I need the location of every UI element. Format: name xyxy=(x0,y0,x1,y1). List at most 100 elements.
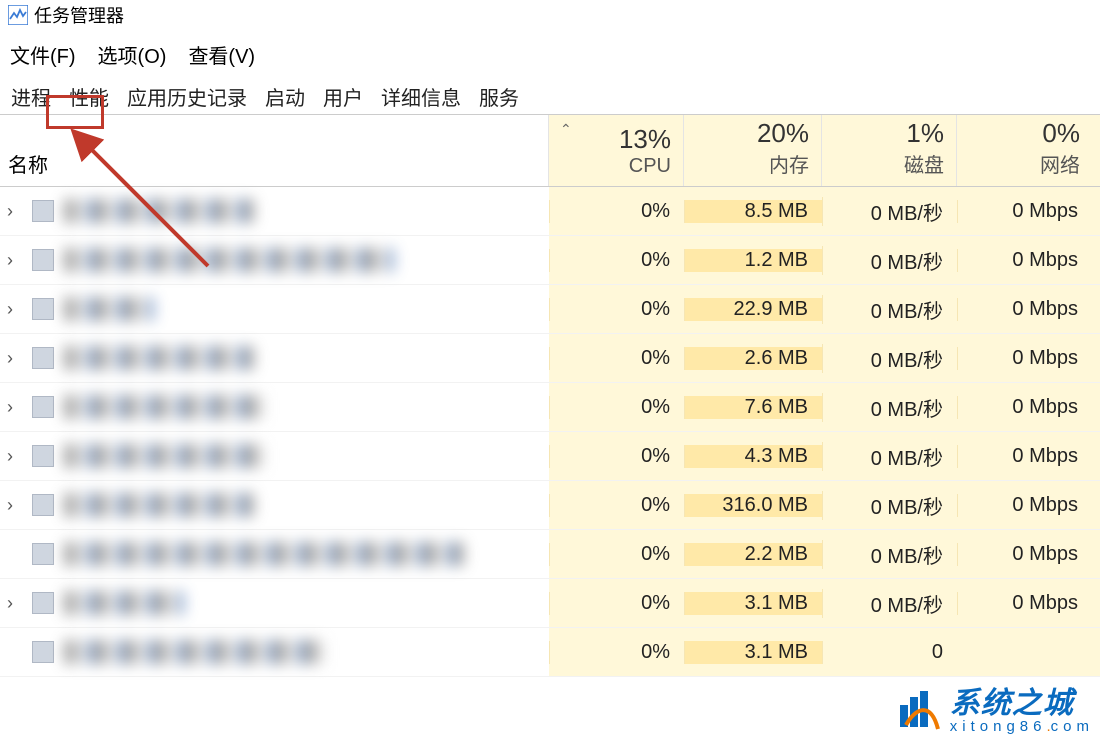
expand-chevron-icon[interactable]: › xyxy=(4,593,16,614)
column-header-network[interactable]: 0% 网络 xyxy=(957,115,1092,186)
cell-mem: 7.6 MB xyxy=(684,396,822,419)
tab-processes[interactable]: 进程 xyxy=(2,77,60,115)
table-row[interactable]: ›0%4.3 MB0 MB/秒0 Mbps xyxy=(0,432,1100,481)
tab-bar: 进程 性能 应用历史记录 启动 用户 详细信息 服务 xyxy=(0,77,1100,115)
expand-chevron-icon[interactable]: › xyxy=(4,446,16,467)
process-name-cell: › xyxy=(0,248,549,272)
expand-chevron-icon[interactable]: › xyxy=(4,299,16,320)
column-header-disk[interactable]: 1% 磁盘 xyxy=(822,115,957,186)
app-icon xyxy=(32,543,54,565)
menu-view[interactable]: 查看(V) xyxy=(188,40,255,69)
memory-usage-percent: 20% xyxy=(688,119,809,149)
process-name-blurred xyxy=(64,297,154,321)
process-name-cell: › xyxy=(0,395,549,419)
watermark-logo-icon xyxy=(896,687,944,735)
process-name-blurred xyxy=(64,493,254,517)
cell-cpu: 0% xyxy=(549,249,684,272)
sort-indicator-icon: ⌃ xyxy=(560,121,572,138)
cell-mem: 8.5 MB xyxy=(684,200,822,223)
cell-mem: 4.3 MB xyxy=(684,445,822,468)
expand-chevron-icon[interactable]: › xyxy=(4,250,16,271)
table-row[interactable]: › 0%1.2 MB0 MB/秒0 Mbps xyxy=(0,236,1100,285)
table-row[interactable]: ›0%3.1 MB0 xyxy=(0,628,1100,677)
cell-disk: 0 MB/秒 xyxy=(822,295,957,324)
cell-mem: 1.2 MB xyxy=(684,249,822,272)
expand-chevron-icon[interactable]: › xyxy=(4,348,16,369)
cell-disk: 0 MB/秒 xyxy=(822,442,957,471)
process-name-cell: › xyxy=(0,444,549,468)
table-row[interactable]: ›0%2.2 MB0 MB/秒0 Mbps xyxy=(0,530,1100,579)
window-title: 任务管理器 xyxy=(34,2,124,28)
cell-net: 0 Mbps xyxy=(957,298,1092,321)
tab-startup[interactable]: 启动 xyxy=(256,77,314,115)
cell-net: 0 Mbps xyxy=(957,543,1092,566)
process-table: 名称 ⌃ 13% CPU 20% 内存 1% 磁盘 0% 网络 ›0%8.5 M… xyxy=(0,115,1100,677)
process-name-blurred xyxy=(64,542,464,566)
cell-net: 0 Mbps xyxy=(957,494,1092,517)
tab-users[interactable]: 用户 xyxy=(314,77,372,115)
tab-performance[interactable]: 性能 xyxy=(60,77,118,115)
cell-net: 0 Mbps xyxy=(957,592,1092,615)
cell-mem: 22.9 MB xyxy=(684,298,822,321)
cell-cpu: 0% xyxy=(549,641,684,664)
column-header-name[interactable]: 名称 xyxy=(0,115,549,186)
app-icon xyxy=(32,347,54,369)
cell-cpu: 0% xyxy=(549,494,684,517)
process-table-header: 名称 ⌃ 13% CPU 20% 内存 1% 磁盘 0% 网络 xyxy=(0,115,1100,187)
cell-disk: 0 MB/秒 xyxy=(822,589,957,618)
cell-cpu: 0% xyxy=(549,445,684,468)
table-row[interactable]: ›0%2.6 MB0 MB/秒0 Mbps xyxy=(0,334,1100,383)
watermark: 系统之城 xitong86.com xyxy=(896,687,1094,735)
table-row[interactable]: ›0%22.9 MB0 MB/秒0 Mbps xyxy=(0,285,1100,334)
cpu-label: CPU xyxy=(553,155,671,178)
cell-cpu: 0% xyxy=(549,592,684,615)
column-header-memory[interactable]: 20% 内存 xyxy=(684,115,822,186)
cell-mem: 3.1 MB xyxy=(684,592,822,615)
cell-cpu: 0% xyxy=(549,347,684,370)
cell-mem: 316.0 MB xyxy=(684,494,822,517)
tab-services[interactable]: 服务 xyxy=(470,77,528,115)
expand-chevron-icon[interactable]: › xyxy=(4,201,16,222)
cell-disk: 0 MB/秒 xyxy=(822,491,957,520)
app-icon xyxy=(32,298,54,320)
process-name-blurred xyxy=(64,444,264,468)
process-name-blurred xyxy=(64,346,254,370)
process-name-cell: › xyxy=(0,591,549,615)
process-name-blurred xyxy=(64,199,254,223)
cell-cpu: 0% xyxy=(549,543,684,566)
cell-mem: 2.6 MB xyxy=(684,347,822,370)
disk-label: 磁盘 xyxy=(826,149,944,178)
table-row[interactable]: › 0%316.0 MB0 MB/秒0 Mbps xyxy=(0,481,1100,530)
cell-mem: 3.1 MB xyxy=(684,641,822,664)
app-icon xyxy=(32,249,54,271)
watermark-title: 系统之城 xyxy=(950,689,1094,719)
app-icon xyxy=(32,592,54,614)
expand-chevron-icon[interactable]: › xyxy=(4,495,16,516)
watermark-url: xitong86.com xyxy=(950,719,1094,734)
cell-disk: 0 MB/秒 xyxy=(822,246,957,275)
cell-disk: 0 MB/秒 xyxy=(822,197,957,226)
process-name-cell: › xyxy=(0,493,549,517)
menu-options[interactable]: 选项(O) xyxy=(98,40,167,69)
menu-file[interactable]: 文件(F) xyxy=(10,40,76,69)
process-name-blurred xyxy=(64,640,324,664)
network-usage-percent: 0% xyxy=(961,119,1080,149)
app-icon xyxy=(32,494,54,516)
disk-usage-percent: 1% xyxy=(826,119,944,149)
tab-app-history[interactable]: 应用历史记录 xyxy=(118,77,256,115)
app-icon xyxy=(32,445,54,467)
process-name-blurred xyxy=(64,248,394,272)
table-row[interactable]: ›0%7.6 MB0 MB/秒0 Mbps xyxy=(0,383,1100,432)
network-label: 网络 xyxy=(961,149,1080,178)
app-icon xyxy=(32,641,54,663)
expand-chevron-icon[interactable]: › xyxy=(4,397,16,418)
process-name-cell: › xyxy=(0,297,549,321)
cell-disk: 0 MB/秒 xyxy=(822,540,957,569)
table-row[interactable]: ›0%8.5 MB0 MB/秒0 Mbps xyxy=(0,187,1100,236)
tab-details[interactable]: 详细信息 xyxy=(372,77,470,115)
process-name-cell: › xyxy=(0,542,549,566)
table-row[interactable]: › 0%3.1 MB0 MB/秒0 Mbps xyxy=(0,579,1100,628)
cell-net: 0 Mbps xyxy=(957,249,1092,272)
cell-cpu: 0% xyxy=(549,200,684,223)
task-manager-icon xyxy=(8,5,28,25)
